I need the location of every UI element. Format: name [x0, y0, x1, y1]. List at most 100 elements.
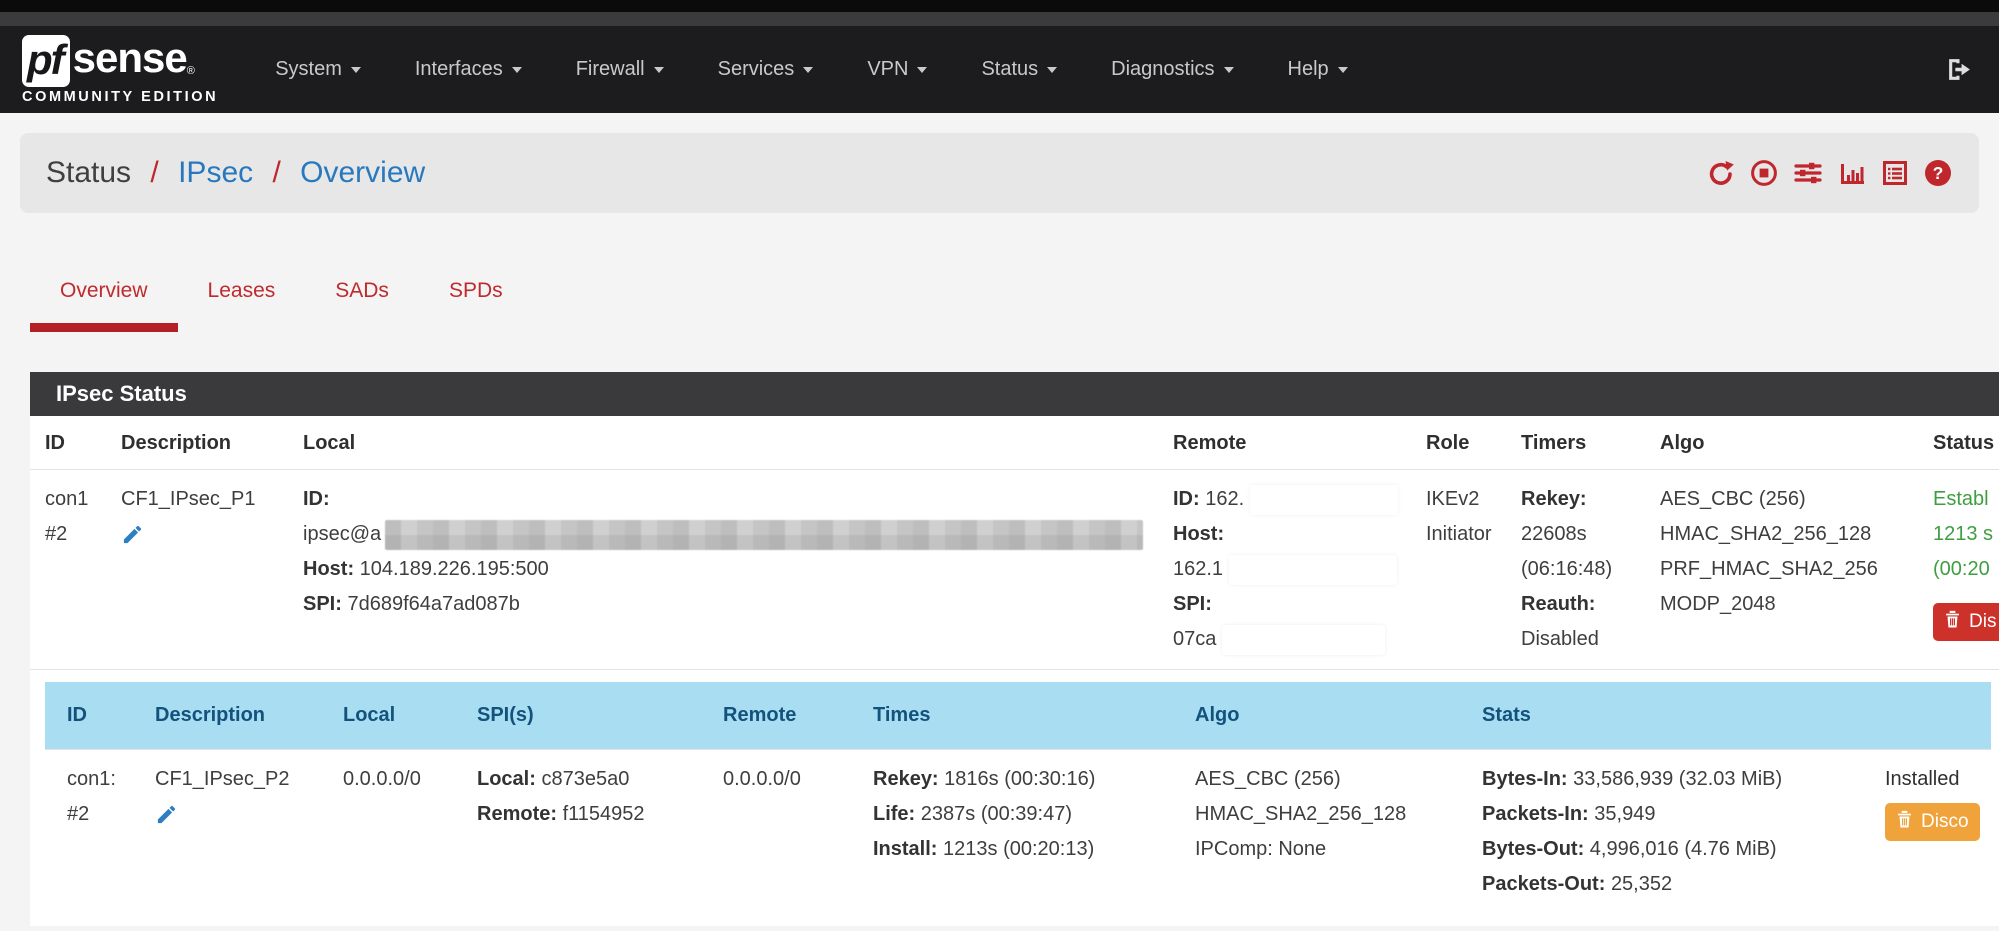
breadcrumb-separator: / — [150, 156, 158, 189]
main-menu: System Interfaces Firewall Services VPN … — [248, 58, 1374, 81]
sense-logo-text: sense — [73, 35, 187, 81]
trash-icon — [1896, 809, 1913, 835]
help-icon[interactable]: ? — [1923, 158, 1953, 188]
chevron-down-icon — [1338, 67, 1348, 73]
page-action-icons: ? — [1706, 158, 1953, 188]
refresh-icon[interactable] — [1706, 158, 1736, 188]
col-header-status: Status — [1925, 416, 1999, 470]
table-row: con1 #2 CF1_IPsec_P1 ID: ipsec@a Host: 1… — [30, 470, 1999, 670]
p1-role-cell: IKEv2 Initiator — [1418, 470, 1513, 670]
tab-spds[interactable]: SPDs — [419, 271, 533, 332]
sign-out-icon[interactable] — [1946, 56, 1973, 83]
p1-status-cell: Establ 1213 s (00:20 Dis — [1925, 470, 1999, 670]
breadcrumb-link-overview[interactable]: Overview — [300, 156, 425, 189]
top-strip — [0, 0, 1999, 12]
table-header-row: ID Description Local Remote Role Timers … — [30, 416, 1999, 470]
breadcrumb-separator: / — [272, 156, 280, 189]
chevron-down-icon — [512, 67, 522, 73]
col-header-algo: Algo — [1652, 416, 1925, 470]
p2-times-cell: Rekey: 1816s (00:30:16) Life: 2387s (00:… — [865, 750, 1187, 915]
chevron-down-icon — [1224, 67, 1234, 73]
redacted-block — [1250, 485, 1398, 515]
p1-algo-cell: AES_CBC (256) HMAC_SHA2_256_128 PRF_HMAC… — [1652, 470, 1925, 670]
p2-id-cell: con1: #2 — [45, 750, 147, 915]
community-edition-label: COMMUNITY EDITION — [22, 89, 218, 105]
pf-logo-box: pf — [22, 35, 70, 87]
p2-spi-cell: Local: c873e5a0 Remote: f1154952 — [469, 750, 715, 915]
child-col-remote: Remote — [715, 682, 865, 750]
p2-remote-cell: 0.0.0.0/0 — [715, 750, 865, 915]
redacted-block — [385, 520, 1143, 550]
child-col-times: Times — [865, 682, 1187, 750]
p1-remote-cell: ID: 162. Host: 162.1 SPI: 07ca — [1165, 470, 1418, 670]
child-header-row: ID Description Local SPI(s) Remote Times… — [45, 682, 1991, 750]
nav-item-diagnostics[interactable]: Diagnostics — [1084, 58, 1260, 81]
p1-local-cell: ID: ipsec@a Host: 104.189.226.195:500 SP… — [295, 470, 1165, 670]
stop-icon[interactable] — [1749, 158, 1779, 188]
chevron-down-icon — [351, 67, 361, 73]
p2-stats-cell: Bytes-In: 33,586,939 (32.03 MiB) Packets… — [1474, 750, 1877, 915]
panel-title: IPsec Status — [30, 372, 1999, 416]
p1-description-cell: CF1_IPsec_P1 — [113, 470, 295, 670]
nav-item-help[interactable]: Help — [1261, 58, 1375, 81]
tab-leases[interactable]: Leases — [178, 271, 306, 332]
chevron-down-icon — [803, 67, 813, 73]
tab-overview[interactable]: Overview — [30, 271, 178, 332]
p1-timers-cell: Rekey: 22608s (06:16:48) Reauth: Disable… — [1513, 470, 1652, 670]
ipsec-status-table: ID Description Local Remote Role Timers … — [30, 416, 1999, 926]
nav-item-system[interactable]: System — [248, 58, 388, 81]
disconnect-p2-button[interactable]: Disco — [1885, 803, 1980, 841]
edit-icon[interactable] — [155, 803, 178, 838]
svg-text:?: ? — [1933, 163, 1944, 183]
redacted-block — [1222, 625, 1385, 655]
child-sa-container: ID Description Local SPI(s) Remote Times… — [30, 670, 1999, 927]
nav-item-interfaces[interactable]: Interfaces — [388, 58, 549, 81]
filter-icon[interactable] — [1792, 158, 1824, 188]
top-navbar: pf sense ® COMMUNITY EDITION System Inte… — [0, 26, 1999, 113]
child-col-spis: SPI(s) — [469, 682, 715, 750]
secondary-strip — [0, 12, 1999, 26]
nav-item-services[interactable]: Services — [691, 58, 841, 81]
ipsec-tabs: Overview Leases SADs SPDs — [30, 271, 1999, 332]
child-col-stats: Stats — [1474, 682, 1877, 750]
child-col-id: ID — [45, 682, 147, 750]
nav-item-status[interactable]: Status — [954, 58, 1084, 81]
tab-sads[interactable]: SADs — [305, 271, 419, 332]
child-sa-table: ID Description Local SPI(s) Remote Times… — [45, 682, 1991, 914]
col-header-description: Description — [113, 416, 295, 470]
child-col-actions — [1877, 682, 1991, 750]
breadcrumb-section: Status — [46, 156, 131, 189]
bar-chart-icon[interactable] — [1837, 158, 1867, 188]
p2-local-cell: 0.0.0.0/0 — [335, 750, 469, 915]
pfsense-logo[interactable]: pf sense ® COMMUNITY EDITION — [22, 35, 218, 105]
chevron-down-icon — [917, 67, 927, 73]
status-established: Establ — [1933, 482, 1999, 517]
screen: pf sense ® COMMUNITY EDITION System Inte… — [0, 0, 1999, 926]
status-installed: Installed — [1885, 762, 1983, 797]
col-header-local: Local — [295, 416, 1165, 470]
breadcrumb-panel: Status / IPsec / Overview ? — [20, 133, 1979, 213]
redacted-block — [1229, 555, 1397, 585]
breadcrumb: Status / IPsec / Overview — [46, 156, 425, 190]
col-header-id: ID — [30, 416, 113, 470]
child-col-local: Local — [335, 682, 469, 750]
breadcrumb-link-ipsec[interactable]: IPsec — [178, 156, 253, 189]
trash-icon — [1944, 609, 1961, 635]
p1-id-cell: con1 #2 — [30, 470, 113, 670]
child-sa-row: ID Description Local SPI(s) Remote Times… — [30, 670, 1999, 927]
col-header-role: Role — [1418, 416, 1513, 470]
child-col-algo: Algo — [1187, 682, 1474, 750]
ipsec-status-panel: IPsec Status ID Description Local Remote… — [30, 372, 1999, 926]
edit-icon[interactable] — [121, 523, 144, 558]
table-icon[interactable] — [1880, 158, 1910, 188]
nav-item-firewall[interactable]: Firewall — [549, 58, 691, 81]
col-header-timers: Timers — [1513, 416, 1652, 470]
registered-mark: ® — [187, 65, 195, 77]
chevron-down-icon — [654, 67, 664, 73]
disconnect-p1-button[interactable]: Dis — [1933, 603, 1999, 641]
p2-algo-cell: AES_CBC (256) HMAC_SHA2_256_128 IPComp: … — [1187, 750, 1474, 915]
p2-status-cell: Installed Disco — [1877, 750, 1991, 915]
pf-logo-text: pf — [27, 36, 63, 83]
p2-description-cell: CF1_IPsec_P2 — [147, 750, 335, 915]
nav-item-vpn[interactable]: VPN — [840, 58, 954, 81]
